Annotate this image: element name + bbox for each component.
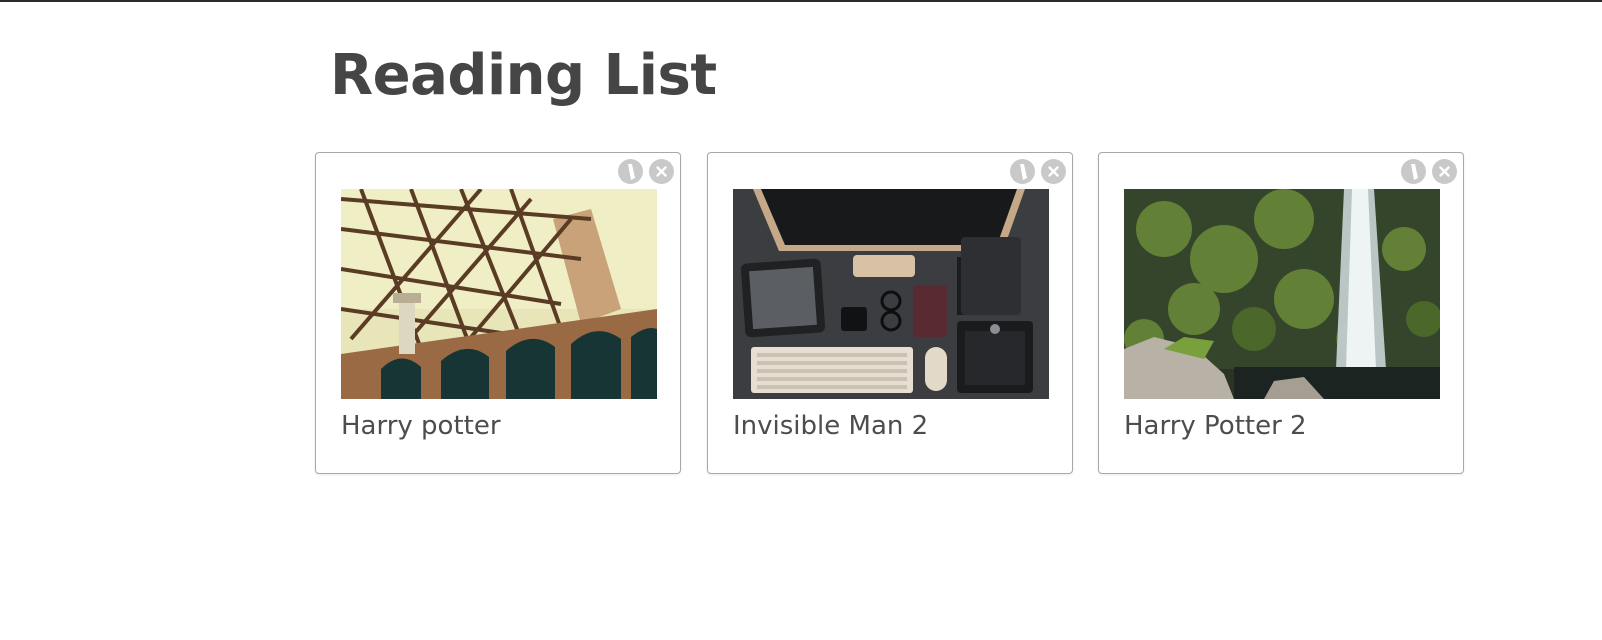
edit-pencil-icon[interactable]: [618, 159, 643, 184]
card-actions: [618, 159, 674, 184]
delete-close-icon[interactable]: [1041, 159, 1066, 184]
book-title[interactable]: Invisible Man 2: [733, 411, 928, 441]
card-actions: [1010, 159, 1066, 184]
delete-close-icon[interactable]: [649, 159, 674, 184]
edit-pencil-icon[interactable]: [1401, 159, 1426, 184]
book-card[interactable]: Harry Potter 2: [1098, 152, 1464, 474]
book-cover-image: [1124, 189, 1440, 399]
book-cover-image: [341, 189, 657, 399]
card-actions: [1401, 159, 1457, 184]
book-title[interactable]: Harry Potter 2: [1124, 411, 1307, 441]
edit-pencil-icon[interactable]: [1010, 159, 1035, 184]
page-title: Reading List: [330, 43, 717, 108]
book-cover-image: [733, 189, 1049, 399]
top-divider: [0, 0, 1602, 2]
book-title[interactable]: Harry potter: [341, 411, 501, 441]
book-card[interactable]: Harry potter: [315, 152, 681, 474]
book-card[interactable]: Invisible Man 2: [707, 152, 1073, 474]
delete-close-icon[interactable]: [1432, 159, 1457, 184]
